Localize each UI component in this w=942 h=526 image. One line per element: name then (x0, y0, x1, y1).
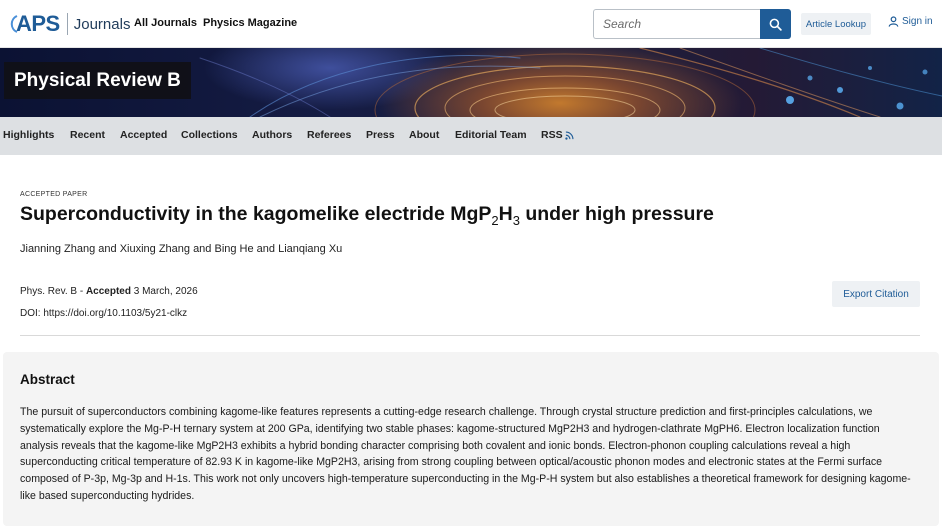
subnav-highlights[interactable]: Highlights (3, 129, 54, 141)
subnav-rss[interactable]: RSS (541, 129, 574, 141)
accepted-label: Accepted (85, 286, 131, 297)
nav-physics-magazine[interactable]: Physics Magazine (203, 17, 297, 29)
sign-in-link[interactable]: Sign in (888, 16, 933, 27)
subnav-rss-label: RSS (541, 129, 563, 141)
user-icon (888, 16, 899, 27)
subnav-collections[interactable]: Collections (181, 129, 238, 141)
journal-banner: Physical Review B (0, 48, 942, 117)
subnav-authors[interactable]: Authors (252, 129, 292, 141)
subnav-editorial-team[interactable]: Editorial Team (455, 129, 527, 141)
search-button[interactable] (760, 9, 791, 39)
journal-reference: Phys. Rev. B - (20, 286, 86, 297)
title-subscript-1: 2 (491, 212, 499, 228)
export-citation-button[interactable]: Export Citation (832, 281, 920, 307)
journal-subnav: Highlights Recent Accepted Collections A… (0, 117, 942, 155)
subnav-accepted[interactable]: Accepted (120, 129, 167, 141)
section-divider (20, 335, 920, 336)
search-icon (769, 18, 782, 31)
logo-journals: Journals (73, 15, 131, 33)
logo-divider (66, 13, 68, 35)
search-input[interactable] (593, 9, 760, 39)
top-bar: APS Journals All Journals Physics Magazi… (0, 0, 942, 48)
abstract-section: Abstract The pursuit of superconductors … (3, 352, 939, 526)
title-suffix: under high pressure (519, 203, 714, 225)
author-list[interactable]: Jianning Zhang and Xiuxing Zhang and Bin… (20, 243, 342, 255)
subnav-recent[interactable]: Recent (70, 129, 105, 141)
article-type-label: ACCEPTED PAPER (20, 191, 88, 198)
article-title: Superconductivity in the kagomelike elec… (20, 203, 714, 228)
title-mid: H (498, 203, 513, 225)
rss-icon (564, 130, 574, 140)
article-lookup-button[interactable]: Article Lookup (801, 13, 871, 35)
title-subscript-2: 3 (512, 212, 520, 228)
logo-brand: APS (16, 11, 60, 36)
aps-logo[interactable]: APS Journals (8, 10, 130, 38)
journal-title[interactable]: Physical Review B (4, 62, 191, 99)
abstract-heading: Abstract (20, 372, 75, 387)
nav-all-journals[interactable]: All Journals (134, 17, 197, 29)
accepted-date: 3 March, 2026 (130, 286, 198, 297)
subnav-referees[interactable]: Referees (307, 129, 351, 141)
publication-info: Phys. Rev. B - Accepted 3 March, 2026 (20, 286, 198, 297)
title-prefix: Superconductivity in the kagomelike elec… (20, 203, 492, 225)
doi-link[interactable]: DOI: https://doi.org/10.1103/5y21-clkz (20, 308, 187, 319)
subnav-about[interactable]: About (409, 129, 439, 141)
sign-in-label: Sign in (902, 16, 933, 27)
subnav-press[interactable]: Press (366, 129, 395, 141)
abstract-text: The pursuit of superconductors combining… (20, 406, 911, 502)
